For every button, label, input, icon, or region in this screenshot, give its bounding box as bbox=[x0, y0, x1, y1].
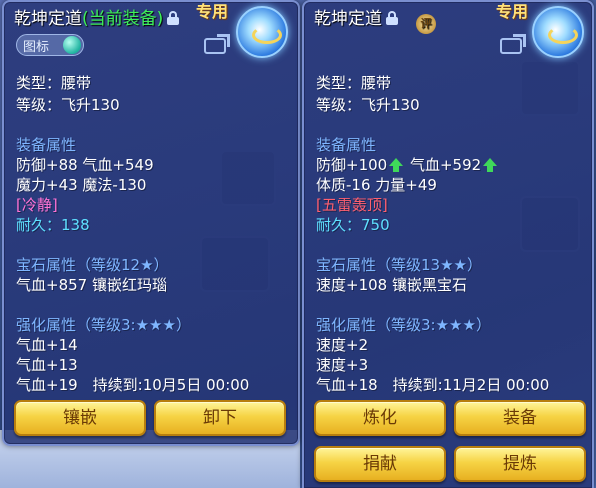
type-line: 类型：腰带 bbox=[316, 74, 392, 92]
enhance-line: 速度+2 bbox=[316, 336, 369, 354]
attr-line: 防御+88 气血+549 bbox=[16, 156, 154, 174]
item-name: 乾坤定道 bbox=[314, 9, 382, 29]
compare-item-panel: 乾坤定道 评 专用 类型：腰带 等级：飞升130 装备属性 防御+100 气血+5… bbox=[302, 0, 594, 488]
gem-line: 速度+108 镶嵌黑宝石 bbox=[316, 276, 467, 294]
refine-button[interactable]: 炼化 bbox=[314, 400, 446, 436]
icon-badge[interactable]: 图标 bbox=[16, 34, 84, 56]
attr-hp: 气血+592 bbox=[409, 156, 482, 174]
attr-defense: 防御+100 bbox=[316, 156, 388, 174]
durability-line: 耐久：138 bbox=[16, 214, 90, 235]
lock-icon[interactable] bbox=[167, 11, 180, 25]
special-effect: [五雷轰顶] bbox=[316, 196, 388, 214]
durability-value: 138 bbox=[61, 216, 90, 234]
attr-line: 体质-16 力量+49 bbox=[316, 176, 437, 194]
gem-line: 气血+857 镶嵌红玛瑙 bbox=[16, 276, 167, 294]
extract-button[interactable]: 提炼 bbox=[454, 446, 586, 482]
exclusive-label: 专用 bbox=[496, 2, 529, 21]
enhance-line: 气血+19 持续到:10月5日 00:00 bbox=[16, 376, 250, 394]
durability-label: 耐久： bbox=[16, 216, 62, 234]
unequip-button[interactable]: 卸下 bbox=[154, 400, 286, 436]
enhance-line: 速度+3 bbox=[316, 356, 369, 374]
gem-attr-header: 宝石属性（等级13★★） bbox=[316, 256, 482, 274]
share-icon[interactable] bbox=[204, 38, 226, 54]
level-line: 等级：飞升130 bbox=[316, 96, 420, 114]
type-line: 类型：腰带 bbox=[16, 74, 92, 92]
attr-line: 魔力+43 魔法-130 bbox=[16, 176, 147, 194]
share-icon[interactable] bbox=[500, 38, 522, 54]
item-icon bbox=[236, 6, 288, 58]
item-name: 乾坤定道 bbox=[14, 9, 82, 29]
durability-label: 耐久： bbox=[316, 216, 362, 234]
up-arrow-icon bbox=[483, 158, 498, 172]
item-title: 乾坤定道 评 bbox=[314, 4, 436, 34]
gem-attr-header: 宝石属性（等级12★） bbox=[16, 256, 169, 274]
enhance-line: 气血+14 bbox=[16, 336, 78, 354]
equip-attr-header: 装备属性 bbox=[316, 136, 377, 154]
up-arrow-icon bbox=[389, 158, 404, 172]
enhance-attr-header: 强化属性（等级3:★★★） bbox=[16, 316, 191, 334]
gem-icon bbox=[63, 36, 81, 54]
donate-button[interactable]: 捐献 bbox=[314, 446, 446, 482]
equip-button[interactable]: 装备 bbox=[454, 400, 586, 436]
equipped-item-panel: 乾坤定道(当前装备) 专用 图标 类型：腰带 等级：飞升130 装备属性 防御+… bbox=[2, 0, 300, 446]
item-title: 乾坤定道(当前装备) bbox=[14, 4, 180, 29]
durability-value: 750 bbox=[361, 216, 390, 234]
current-equip-label: (当前装备) bbox=[82, 9, 164, 29]
attr-line: 防御+100 气血+592 bbox=[316, 154, 499, 175]
level-line: 等级：飞升130 bbox=[16, 96, 120, 114]
lock-icon[interactable] bbox=[386, 11, 398, 25]
equip-attr-header: 装备属性 bbox=[16, 136, 77, 154]
enhance-attr-header: 强化属性（等级3:★★★） bbox=[316, 316, 491, 334]
rating-icon[interactable]: 评 bbox=[416, 14, 436, 34]
enhance-line: 气血+13 bbox=[16, 356, 78, 374]
inlay-button[interactable]: 镶嵌 bbox=[14, 400, 146, 436]
special-effect: [冷静] bbox=[16, 196, 58, 214]
durability-line: 耐久：750 bbox=[316, 214, 390, 235]
enhance-line: 气血+18 持续到:11月2日 00:00 bbox=[316, 376, 550, 394]
item-icon bbox=[532, 6, 584, 58]
exclusive-label: 专用 bbox=[196, 2, 229, 21]
badge-label: 图标 bbox=[23, 40, 50, 55]
